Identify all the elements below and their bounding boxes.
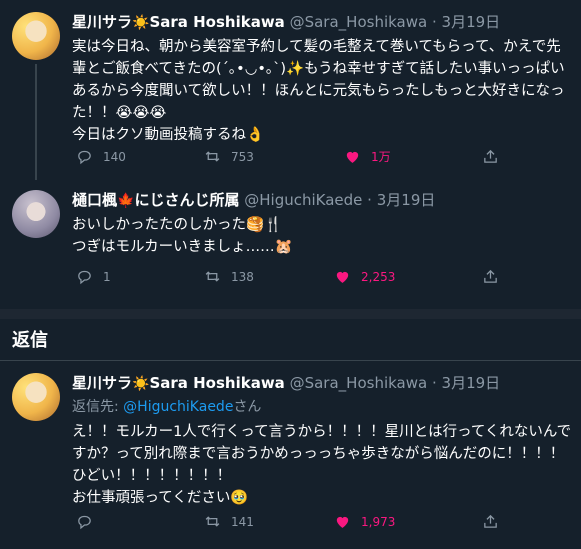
retweet-icon xyxy=(205,271,220,282)
tweet-sara-1[interactable]: 星川サラ☀️Sara Hoshikawa @Sara_Hoshikawa · 3… xyxy=(0,0,581,180)
replying-to: 返信先: @HiguchiKaedeさん xyxy=(72,397,261,417)
avatar[interactable] xyxy=(12,373,60,421)
maple-leaf-emoji: 🍁 xyxy=(117,193,135,209)
tweet-actions: 1 138 2,253 xyxy=(72,268,512,288)
reply-count: 1 xyxy=(103,269,111,284)
like-button[interactable]: 1,973 xyxy=(334,513,395,530)
tweet-date[interactable]: 3月19日 xyxy=(442,374,501,392)
tweet-text: おいしかったたのしかった🥞🍴 つぎはモルカーいきましょ……🐹 xyxy=(72,217,293,255)
tweet-date[interactable]: 3月19日 xyxy=(442,13,501,31)
avatar[interactable] xyxy=(12,190,60,238)
like-icon xyxy=(336,516,349,528)
replying-to-label: 返信先: xyxy=(72,399,119,415)
reply-button[interactable] xyxy=(76,513,103,530)
share-icon xyxy=(484,514,497,528)
section-separator xyxy=(0,309,581,319)
share-button[interactable] xyxy=(482,268,499,285)
retweet-count: 141 xyxy=(231,514,254,529)
tweet-text: 実は今日ね、朝から美容室予約して髪の毛整えて巻いてもらって、かえで先輩とご飯食べ… xyxy=(72,39,565,143)
display-name-latin[interactable]: Sara Hoshikawa xyxy=(149,13,284,31)
display-name[interactable]: 星川サラ xyxy=(72,374,132,392)
sun-emoji: ☀️ xyxy=(132,376,150,392)
like-count: 1,973 xyxy=(361,514,396,529)
tweet-kaede[interactable]: 樋口楓🍁にじさんじ所属 @HiguchiKaede · 3月19日 おいしかった… xyxy=(0,180,581,300)
tweet-sara-reply[interactable]: 星川サラ☀️Sara Hoshikawa @Sara_Hoshikawa · 3… xyxy=(0,361,581,549)
user-handle[interactable]: @Sara_Hoshikawa xyxy=(290,374,428,392)
reply-icon xyxy=(78,150,91,165)
reply-icon xyxy=(78,515,91,530)
like-button[interactable]: 2,253 xyxy=(334,268,395,285)
tweet-actions: 140 753 1万 xyxy=(72,148,512,168)
replies-heading: 返信 xyxy=(12,330,48,351)
user-handle[interactable]: @HiguchiKaede xyxy=(244,191,362,209)
reply-count: 140 xyxy=(103,149,126,164)
tweet-header: 樋口楓🍁にじさんじ所属 @HiguchiKaede · 3月19日 xyxy=(72,191,436,209)
display-name[interactable]: 樋口楓 xyxy=(72,191,117,209)
reply-button[interactable]: 1 xyxy=(76,268,111,285)
retweet-count: 138 xyxy=(231,269,254,284)
like-count: 1万 xyxy=(371,150,391,164)
thread-connector xyxy=(35,64,37,180)
display-name-affiliation[interactable]: にじさんじ所属 xyxy=(134,191,239,209)
tweet-header: 星川サラ☀️Sara Hoshikawa @Sara_Hoshikawa · 3… xyxy=(72,13,501,31)
tweet-date[interactable]: 3月19日 xyxy=(377,191,436,209)
replying-to-suffix: さん xyxy=(233,399,262,415)
tweet-text: え！！モルカー1人で行くって言うから！！！！星川とは行ってくれないんですか？って… xyxy=(72,424,572,506)
share-button[interactable] xyxy=(482,513,499,530)
avatar[interactable] xyxy=(12,12,60,60)
user-handle[interactable]: @Sara_Hoshikawa xyxy=(290,13,428,31)
retweet-button[interactable]: 753 xyxy=(204,148,254,165)
like-icon xyxy=(336,271,349,283)
reply-icon xyxy=(78,270,91,285)
reply-button[interactable]: 140 xyxy=(76,148,126,165)
like-icon xyxy=(346,151,359,163)
retweet-button[interactable]: 141 xyxy=(204,513,254,530)
retweet-icon xyxy=(205,516,220,527)
tweet-header: 星川サラ☀️Sara Hoshikawa @Sara_Hoshikawa · 3… xyxy=(72,374,501,392)
share-icon xyxy=(484,149,497,163)
display-name[interactable]: 星川サラ xyxy=(72,13,132,31)
tweet-actions: 141 1,973 xyxy=(72,513,512,533)
replying-to-handle[interactable]: @HiguchiKaede xyxy=(123,399,233,415)
retweet-count: 753 xyxy=(231,149,254,164)
retweet-icon xyxy=(205,151,220,162)
display-name-latin[interactable]: Sara Hoshikawa xyxy=(149,374,284,392)
sun-emoji: ☀️ xyxy=(132,15,150,31)
share-icon xyxy=(484,269,497,283)
like-button[interactable]: 1万 xyxy=(344,148,391,165)
like-count: 2,253 xyxy=(361,269,396,284)
share-button[interactable] xyxy=(482,148,499,165)
retweet-button[interactable]: 138 xyxy=(204,268,254,285)
